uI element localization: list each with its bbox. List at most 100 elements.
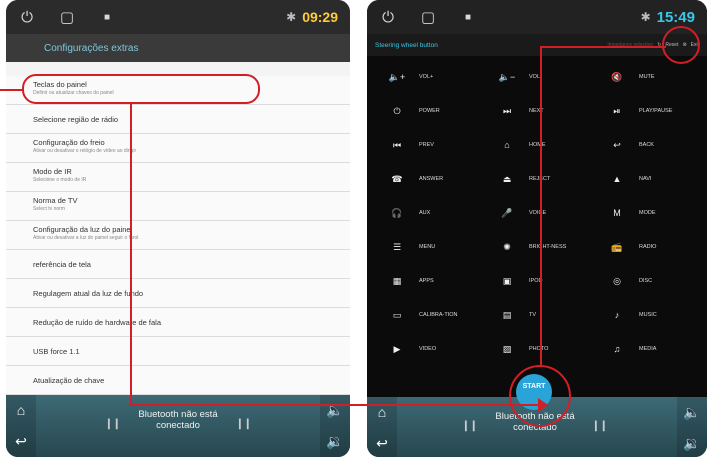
swc-button-reject[interactable]: ⏏ REJECT [487, 162, 597, 196]
swc-label: MEDIA [639, 346, 657, 352]
swc-button-menu[interactable]: ☰ MENU [377, 230, 487, 264]
swc-icon: ▲ [612, 174, 622, 184]
swc-label: AUX [419, 210, 431, 216]
swc-label: BACK [639, 142, 654, 148]
swc-button-next[interactable]: ⏭ NEXT [487, 94, 597, 128]
settings-item-panel-light[interactable]: Configuração da luz do painel Ativar ou … [6, 221, 350, 250]
swc-label: VOICE [529, 210, 547, 216]
swc-label: APPS [419, 278, 434, 284]
swc-label: MUSIC [639, 312, 657, 318]
power-icon[interactable]: ⏻ [18, 8, 36, 26]
annotation-line [0, 89, 22, 91]
home-icon[interactable]: ⌂ [378, 404, 386, 420]
swc-button-back[interactable]: ↩ BACK [597, 128, 697, 162]
power-icon[interactable]: ⏻ [379, 8, 397, 26]
swc-button-answer[interactable]: ☎ ANSWER [377, 162, 487, 196]
swc-button-video[interactable]: ▶ VIDEO [377, 332, 487, 366]
swc-button-music[interactable]: ♪ MUSIC [597, 298, 697, 332]
swc-label: PHOTO [529, 346, 549, 352]
swc-label: VOL+ [419, 74, 434, 80]
swc-label: RADIO [639, 244, 657, 250]
extra-settings-header: Configurações extras [6, 34, 350, 62]
swc-title: Steering wheel button [375, 41, 438, 49]
swc-icon: ▶ [393, 343, 401, 354]
audio-bars-icon: ▎▎ [595, 421, 611, 431]
bluetooth-icon: ✱ [286, 10, 297, 24]
swc-icon: ☰ [392, 241, 402, 252]
swc-icon: ☎ [391, 173, 403, 184]
home-icon[interactable]: ⌂ [17, 402, 25, 418]
swc-icon: ▤ [502, 309, 512, 320]
settings-item-screen-reference[interactable]: referência de tela [6, 250, 350, 279]
swc-button-voice[interactable]: 🎤 VOICE [487, 196, 597, 230]
settings-item-usb-force[interactable]: USB force 1.1 [6, 337, 350, 366]
swc-label: MUTE [639, 74, 655, 80]
swc-button-ipod[interactable]: ▣ IPOD [487, 264, 597, 298]
swc-button-play-pause[interactable]: ⏯ PLAY/PAUSE [597, 94, 697, 128]
swc-button-navi[interactable]: ▲ NAVI [597, 162, 697, 196]
swc-label: BRIGHT-NESS [529, 244, 567, 250]
volume-up-icon[interactable]: 🔈 [683, 404, 700, 421]
swc-button-bright-ness[interactable]: ✺ BRIGHT-NESS [487, 230, 597, 264]
swc-icon: ▭ [392, 309, 402, 320]
settings-item-tv-norm[interactable]: Norma de TV Select tv norm [6, 192, 350, 221]
swc-label: PLAY/PAUSE [639, 108, 673, 114]
volume-down-icon[interactable]: 🔉 [683, 435, 700, 452]
settings-item-radio-region[interactable]: Selecione região de rádio [6, 105, 350, 134]
swc-icon: ▦ [392, 275, 402, 286]
back-icon[interactable]: ↩ [15, 433, 27, 450]
swc-label: IPOD [529, 278, 543, 284]
swc-button-power[interactable]: ⏻ POWER [377, 94, 487, 128]
swc-button-disc[interactable]: ◎ DISC [597, 264, 697, 298]
back-icon[interactable]: ↩ [376, 435, 388, 452]
swc-button-mute[interactable]: 🔇 MUTE [597, 60, 697, 94]
gallery-icon[interactable]: ■ [98, 8, 116, 26]
swc-button-home[interactable]: ⌂ HOME [487, 128, 597, 162]
swc-icon: 🔈− [498, 71, 516, 82]
swc-button-mode[interactable]: M MODE [597, 196, 697, 230]
status-bar-left: ⏻ ▢ ■ ✱ 09:29 [6, 0, 350, 34]
swc-button-apps[interactable]: ▦ APPS [377, 264, 487, 298]
clock-left: 09:29 [302, 9, 338, 25]
annotation-line [540, 46, 666, 48]
swc-label: MODE [639, 210, 656, 216]
settings-item-ir-mode[interactable]: Modo de IR Selecione o modo de IR [6, 163, 350, 192]
settings-item-backlight[interactable]: Regulagem atual da luz de fundo [6, 279, 350, 308]
swc-button-prev[interactable]: ⏮ PREV [377, 128, 487, 162]
swc-button-media[interactable]: ♫ MEDIA [597, 332, 697, 366]
swc-icon: ✺ [503, 241, 511, 252]
swc-label: NAVI [639, 176, 652, 182]
settings-item-key-update[interactable]: Atualização de chave [6, 366, 350, 395]
swc-icon: M [613, 208, 621, 218]
recent-apps-icon[interactable]: ▢ [58, 8, 76, 26]
swc-icon: ⏭ [502, 105, 512, 116]
swc-button-aux[interactable]: 🎧 AUX [377, 196, 487, 230]
annotation-line [130, 104, 132, 406]
swc-button-tv[interactable]: ▤ TV [487, 298, 597, 332]
swc-button-photo[interactable]: ▨ PHOTO [487, 332, 597, 366]
clock-right: 15:49 [656, 8, 695, 26]
swc-header: Steering wheel button Impedance selectio… [367, 34, 707, 56]
annotation-line [540, 46, 542, 366]
volume-down-icon[interactable]: 🔉 [326, 433, 343, 450]
settings-item-noise-reduction[interactable]: Redução de ruído de hardware de fala [6, 308, 350, 337]
swc-icon: ♫ [613, 344, 621, 354]
swc-button-vol-[interactable]: 🔈+ VOL+ [377, 60, 487, 94]
highlight-reset [662, 26, 700, 64]
swc-label: HOME [529, 142, 546, 148]
swc-icon: ⏮ [392, 139, 402, 150]
swc-button-calibra-tion[interactable]: ▭ CALIBRA-TION [377, 298, 487, 332]
settings-item-brake[interactable]: Configuração do freio Ativar ou desativa… [6, 134, 350, 163]
swc-button-radio[interactable]: 📻 RADIO [597, 230, 697, 264]
recent-apps-icon[interactable]: ▢ [419, 8, 437, 26]
swc-label: VIDEO [419, 346, 437, 352]
left-device-screen: ⏻ ▢ ■ ✱ 09:29 Configurações extras Tecla… [6, 0, 350, 457]
swc-label: POWER [419, 108, 440, 114]
swc-button-vol-[interactable]: 🔈− VOL- [487, 60, 597, 94]
gallery-icon[interactable]: ■ [459, 8, 477, 26]
swc-icon: ♪ [614, 310, 620, 320]
swc-icon: ◎ [613, 275, 621, 286]
swc-icon: ⌂ [504, 140, 510, 150]
swc-icon: 📻 [611, 241, 623, 252]
swc-label: MENU [419, 244, 436, 250]
